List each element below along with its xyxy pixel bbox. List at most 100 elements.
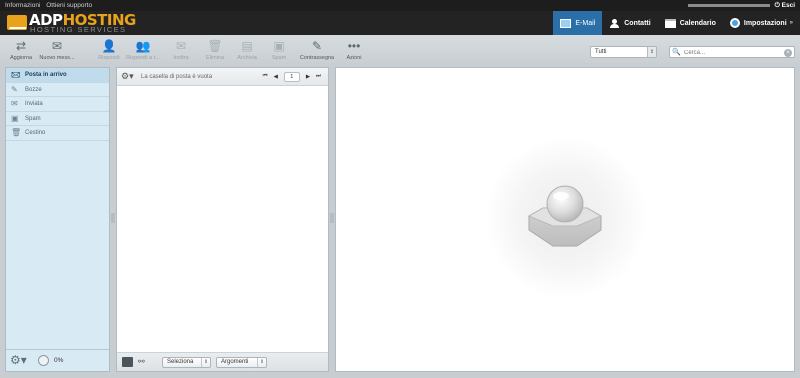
folder-spam[interactable]: ▣ Spam (6, 112, 109, 126)
info-link[interactable]: Informazioni (5, 2, 40, 9)
filter-select[interactable]: Tutti ⇕ (590, 46, 657, 58)
reply-all-button[interactable]: 👥 Rispondi a t... (125, 39, 161, 62)
contacts-icon (609, 18, 620, 28)
nav-settings[interactable]: Impostazioni » (723, 11, 800, 35)
search-input[interactable] (684, 48, 780, 57)
reply-all-label: Rispondi a t... (126, 55, 160, 61)
settings-icon (729, 18, 740, 28)
top-info-bar: Informazioni Ottieni supporto ⏻ Esci (0, 0, 800, 11)
trash-icon: 🗑 (207, 39, 223, 53)
message-list-header: ⚙▾ La casella di posta è vuota ⏮ ◀ 1 ▶ ⏭ (117, 68, 328, 86)
folder-inbox[interactable]: 🖂 Posta in arrivo (6, 68, 109, 83)
next-page-icon[interactable]: ▶ (306, 74, 310, 80)
mark-button[interactable]: ✎ Contrassegna (298, 39, 336, 62)
folder-settings-icon[interactable]: ⚙▾ (10, 354, 27, 367)
select-dropdown[interactable]: Seleziona ⇕ (162, 357, 211, 368)
trash-folder-icon: 🗑 (11, 128, 22, 137)
refresh-icon: ⇄ (15, 39, 27, 53)
inbox-icon: 🖂 (11, 70, 21, 79)
reply-button[interactable]: 👤 Rispondi (96, 39, 122, 62)
search-icon[interactable]: 🔍 (672, 48, 681, 57)
reply-label: Rispondi (98, 55, 120, 61)
compose-label: Nuovo mess... (39, 55, 75, 61)
reply-icon: 👤 (101, 39, 117, 53)
logout-button[interactable]: ⏻ Esci (775, 0, 795, 11)
pagination: ⏮ ◀ 1 ▶ ⏭ (260, 71, 324, 82)
more-actions-button[interactable]: ••• Azioni (342, 39, 366, 62)
sent-icon: ✉ (11, 99, 18, 108)
support-link[interactable]: Ottieni supporto (46, 2, 92, 9)
empty-mailbox-text: La casella di posta è vuota (141, 74, 213, 80)
folder-sent[interactable]: ✉ Inviata (6, 97, 109, 112)
nav-contacts-label: Contatti (624, 19, 651, 27)
delete-button[interactable]: 🗑 Elimina (203, 39, 227, 62)
brand-tagline: HOSTING SERVICES (30, 25, 127, 34)
quota-indicator (38, 355, 49, 366)
first-page-icon[interactable]: ⏮ (263, 73, 268, 80)
forward-button[interactable]: ✉ Inoltra (170, 39, 192, 62)
username-redacted (688, 4, 770, 7)
folder-drafts-label: Bozze (25, 86, 42, 93)
reply-all-icon: 👥 (135, 39, 151, 53)
archive-label: Archivia (237, 55, 257, 61)
main-nav: E-Mail Contatti Calendario Impostazioni … (553, 11, 800, 35)
folder-trash[interactable]: 🗑 Cestino (6, 126, 109, 141)
list-view-icon[interactable] (122, 357, 133, 367)
nav-contacts[interactable]: Contatti (602, 11, 657, 35)
last-page-icon[interactable]: ⏭ (316, 73, 321, 80)
select-arrow-icon: ⇕ (201, 358, 210, 367)
prev-page-icon[interactable]: ◀ (274, 74, 278, 80)
envelope-logo-icon (7, 15, 27, 30)
folder-spam-label: Spam (25, 115, 41, 122)
archive-button[interactable]: ▤ Archivia (234, 39, 260, 62)
spam-label: Spam (271, 55, 287, 61)
nav-calendar-label: Calendario (679, 19, 716, 27)
drafts-icon: ✎ (11, 84, 18, 94)
calendar-icon (664, 18, 676, 28)
spam-folder-icon: ▣ (11, 113, 19, 123)
nav-more-icon[interactable]: » (790, 20, 793, 26)
compose-icon: ✉ (51, 39, 63, 53)
delete-label: Elimina (205, 55, 225, 61)
nav-email-label: E-Mail (575, 19, 596, 27)
folder-trash-label: Cestino (25, 130, 46, 136)
mark-label: Contrassegna (299, 55, 335, 61)
list-options-icon[interactable]: ⚙▾ (121, 71, 134, 82)
select-label: Seleziona (167, 359, 194, 365)
refresh-button[interactable]: ⇄ Aggiorna (6, 39, 36, 62)
mark-icon: ✎ (311, 39, 323, 53)
quota-value: 0% (54, 357, 64, 364)
list-splitter-handle[interactable] (330, 213, 334, 223)
filter-value: Tutti (595, 49, 607, 55)
forward-icon: ✉ (175, 39, 187, 53)
nav-calendar[interactable]: Calendario (658, 11, 723, 35)
threads-label: Argomenti (221, 359, 249, 365)
threads-view-icon[interactable]: ⚯ (138, 357, 145, 367)
nav-settings-label: Impostazioni (743, 19, 787, 27)
compose-button[interactable]: ✉ Nuovo mess... (38, 39, 76, 62)
page-number[interactable]: 1 (283, 71, 300, 82)
message-list-footer: ⚯ Seleziona ⇕ Argomenti ⇕ (117, 352, 328, 371)
spam-button[interactable]: ▣ Spam (268, 39, 290, 62)
clear-search-icon[interactable]: × (784, 48, 792, 57)
search-box: 🔍 × (669, 46, 795, 58)
message-preview-pane (335, 67, 795, 372)
more-icon: ••• (347, 39, 361, 53)
forward-label: Inoltra (173, 55, 189, 61)
nav-email[interactable]: E-Mail (553, 11, 603, 35)
threads-dropdown[interactable]: Argomenti ⇕ (216, 357, 267, 368)
archive-icon: ▤ (241, 39, 253, 53)
folder-drafts[interactable]: ✎ Bozze (6, 83, 109, 97)
brand-logo[interactable]: ADPHOSTING HOSTING SERVICES (7, 11, 136, 34)
folder-pane-footer: ⚙▾ 0% (6, 349, 109, 371)
spam-icon: ▣ (273, 39, 285, 53)
folder-sent-label: Inviata (25, 101, 43, 107)
select-arrows-icon: ⇕ (647, 47, 656, 57)
threads-arrow-icon: ⇕ (257, 358, 266, 367)
refresh-label: Aggiorna (9, 55, 33, 61)
logout-label: Esci (781, 2, 795, 9)
more-actions-label: Azioni (346, 55, 362, 61)
folder-splitter-handle[interactable] (111, 213, 115, 223)
message-list-pane: ⚙▾ La casella di posta è vuota ⏮ ◀ 1 ▶ ⏭… (116, 67, 329, 372)
empty-preview-watermark-icon (528, 185, 602, 247)
